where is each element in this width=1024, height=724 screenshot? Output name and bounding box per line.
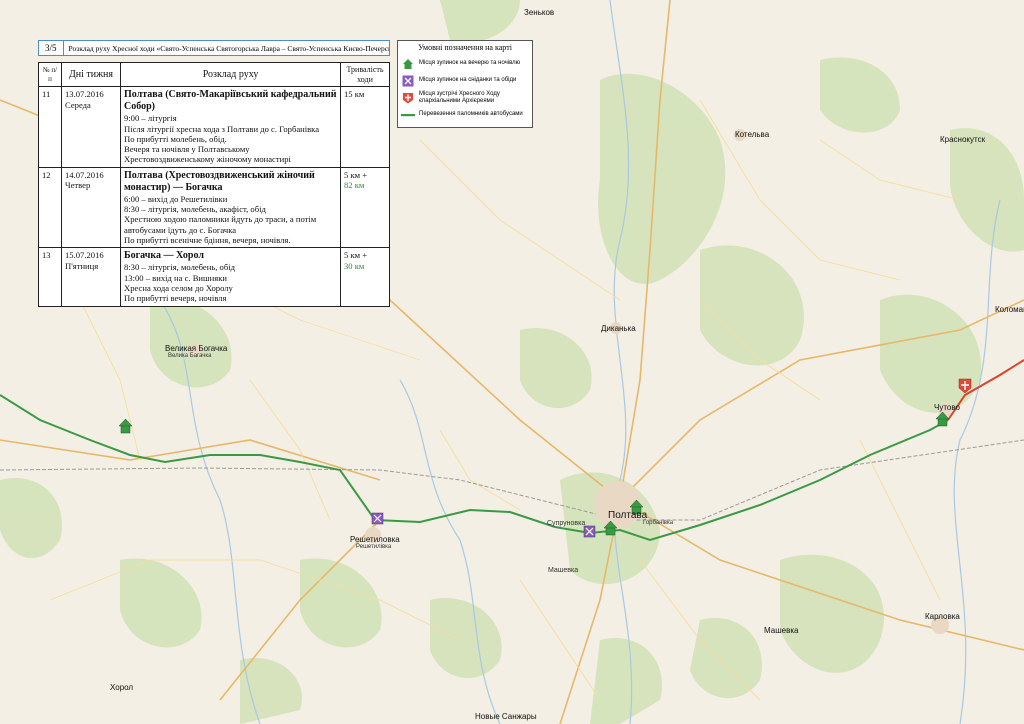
table-row: 11 13.07.2016 Середа Полтава (Свято-Макар… <box>38 86 390 168</box>
route-line: Після літургії хресна хода з Полтави до … <box>124 123 320 134</box>
map-label: Хорол <box>110 683 134 692</box>
row-day: 13.07.2016 Середа <box>61 86 121 168</box>
route-line: Хресна хода селом до Хоролу <box>124 282 233 293</box>
route-line: 8:30 – літургія, молебень, обід <box>124 262 235 273</box>
col-header-duration: Тривалість ходи <box>340 61 390 88</box>
route-title: Полтава (Хрестовоздвиженський жіночий мо… <box>124 169 315 193</box>
crossed-utensils-icon <box>401 74 415 88</box>
map-label: Диканька <box>601 324 636 333</box>
map-label: Коломак <box>995 305 1024 314</box>
row-day: 15.07.2016 П'ятниця <box>61 247 121 307</box>
page-title-bar: 3/5 Розклад руху Хресної ходи «Свято-Усп… <box>38 40 390 56</box>
map-label: Чутово <box>934 403 960 412</box>
map-label: Карловка <box>925 612 960 621</box>
crossed-utensils-icon[interactable] <box>583 525 596 538</box>
map-label: Решетилівка <box>356 544 392 550</box>
table-header-row: № п/п Дні тижня Розклад руху Тривалість … <box>38 61 390 88</box>
duration-walk: 5 км + <box>344 169 368 180</box>
row-weekday: Четвер <box>65 180 91 191</box>
duration-walk: 5 км + <box>344 250 368 261</box>
row-duration: 5 км +30 км <box>340 247 390 307</box>
row-weekday: П'ятниця <box>65 260 99 271</box>
bus-route-line-icon <box>401 108 415 122</box>
route-title: Богачка — Хорол <box>124 250 204 262</box>
map-label: Велика Багачка <box>168 353 212 359</box>
map-label: Решетиловка <box>350 535 400 544</box>
route-line: По прибутті молебень, обід. <box>124 133 227 144</box>
map-label: Великая Богачка <box>165 344 228 353</box>
legend-item: Місця зупинок на вечерю та ночівлю <box>398 55 532 72</box>
row-duration: 5 км +82 км <box>340 166 390 249</box>
cross-shield-icon <box>401 91 415 105</box>
legend-item: Місця зустрічі Хресного Ходу єпархіальни… <box>398 89 532 106</box>
schedule-table: № п/п Дні тижня Розклад руху Тривалість … <box>38 61 390 307</box>
table-row: 12 14.07.2016 Четвер Полтава (Хрестовоздв… <box>38 166 390 249</box>
row-duration: 15 км <box>340 86 390 168</box>
overnight-house-icon <box>401 57 415 71</box>
route-line: 13:00 – вихід на с. Вишняки <box>124 272 227 283</box>
route-line: 9:00 – літургія <box>124 113 177 124</box>
col-header-route: Розклад руху <box>120 61 341 88</box>
row-num: 11 <box>38 86 62 168</box>
route-line: По прибутті всенічне бдіння, вечеря, ноч… <box>124 235 291 245</box>
row-route: Полтава (Свято-Макаріївський кафедральни… <box>120 86 341 168</box>
row-date: 13.07.2016 <box>65 89 104 100</box>
map-label: Новые Санжары <box>475 712 537 721</box>
row-num: 12 <box>38 166 62 249</box>
page-title: Розклад руху Хресної ходи «Свято-Успенсь… <box>68 43 389 53</box>
legend-item: Перевезення паломників автобусами <box>398 106 532 123</box>
row-route: Полтава (Хрестовоздвиженський жіночий мо… <box>120 166 341 249</box>
route-line: 6:00 – вихід до Решетилівки <box>124 193 228 204</box>
row-weekday: Середа <box>65 99 91 110</box>
map-legend: Умовні позначення на карті Місця зупинок… <box>397 40 533 128</box>
route-line: 8:30 – літургія, молебень, акафіст, обід <box>124 204 266 215</box>
legend-title: Умовні позначення на карті <box>418 43 512 52</box>
legend-label: Перевезення паломників автобусами <box>419 111 523 118</box>
table-row: 13 15.07.2016 П'ятниця Богачка — Хорол 8:… <box>38 247 390 307</box>
legend-label: Місця зупинок на сніданки та обіди <box>419 77 517 84</box>
route-title: Полтава (Свято-Макаріївський кафедральни… <box>124 89 337 113</box>
map-label: Зеньков <box>524 8 555 17</box>
legend-label: Місця зустрічі Хресного Ходу єпархіальни… <box>419 90 500 104</box>
map-label: Машевка <box>548 567 579 574</box>
row-route: Богачка — Хорол 8:30 – літургія, молебен… <box>120 247 341 307</box>
row-date: 15.07.2016 <box>65 250 104 261</box>
map-label: Горбанівка <box>643 520 674 526</box>
map-label: Полтава <box>608 510 648 521</box>
row-date: 14.07.2016 <box>65 169 104 180</box>
route-line: По прибутті вечеря, ночівля <box>124 293 227 304</box>
page-number: 3/5 <box>39 41 64 55</box>
map-label: Краснокутск <box>940 135 986 144</box>
row-num: 13 <box>38 247 62 307</box>
map-label: Котельва <box>735 130 770 139</box>
duration-bus: 82 км <box>344 180 365 191</box>
legend-label: Місця зупинок на вечерю та ночівлю <box>419 60 521 67</box>
row-day: 14.07.2016 Четвер <box>61 166 121 249</box>
map-label: Машевка <box>764 626 799 635</box>
route-line: Хрестною ходою паломники йдуть до траси,… <box>124 214 317 235</box>
col-header-num: № п/п <box>38 61 62 88</box>
map-label: Супруновка <box>547 520 586 527</box>
crossed-utensils-icon[interactable] <box>371 512 384 525</box>
duration-bus: 30 км <box>344 260 365 271</box>
route-line: Вечеря та ночівля у Полтавському Хрестов… <box>124 144 291 165</box>
duration-walk: 15 км <box>344 89 365 100</box>
col-header-day: Дні тижня <box>61 61 121 88</box>
legend-item: Місця зупинок на сніданки та обіди <box>398 72 532 89</box>
